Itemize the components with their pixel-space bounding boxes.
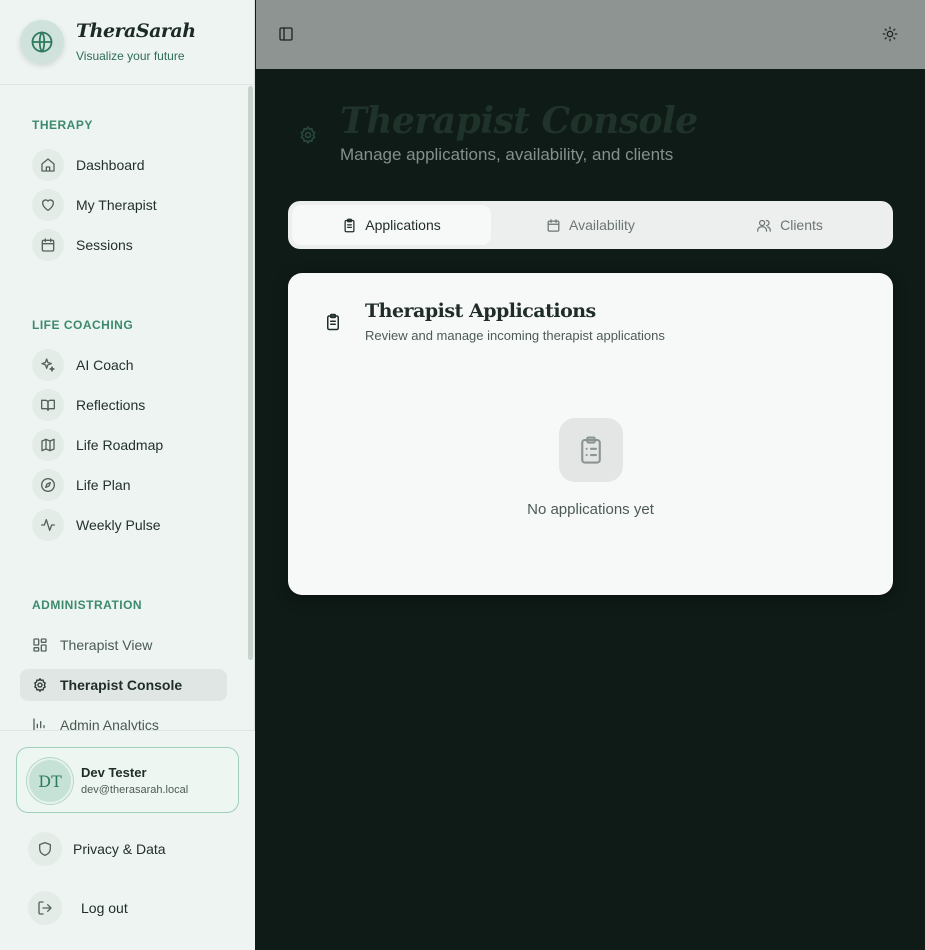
sidebar-item-label: Life Plan: [76, 477, 131, 493]
sidebar: TheraSarah Visualize your future THERAPY…: [0, 0, 255, 950]
sidebar-item-label: My Therapist: [76, 197, 157, 213]
top-bar: [256, 0, 925, 69]
section-label-administration: ADMINISTRATION: [32, 598, 143, 612]
sparkles-icon: [32, 349, 64, 381]
section-label-life-coaching: LIFE COACHING: [32, 318, 134, 332]
card-subtitle: Review and manage incoming therapist app…: [365, 328, 665, 343]
page-title: Therapist Console: [340, 100, 698, 142]
sidebar-footer: DT Dev Tester dev@therasarah.local Priva…: [0, 730, 255, 950]
avatar: DT: [27, 758, 73, 804]
calendar-icon: [546, 218, 561, 233]
privacy-data-label: Privacy & Data: [73, 841, 166, 857]
user-profile-card[interactable]: DT Dev Tester dev@therasarah.local: [16, 747, 239, 813]
user-name: Dev Tester: [81, 765, 147, 780]
logout-button[interactable]: Log out: [28, 891, 128, 925]
clipboard-list-icon: [342, 218, 357, 233]
sidebar-item-life-plan[interactable]: Life Plan: [20, 469, 227, 501]
home-icon: [32, 149, 64, 181]
logout-label: Log out: [81, 900, 128, 916]
layout-grid-icon: [30, 629, 50, 661]
sidebar-item-therapist-console[interactable]: Therapist Console: [20, 669, 227, 701]
clipboard-list-icon: [559, 418, 623, 482]
tab-clients[interactable]: Clients: [690, 205, 889, 245]
card-title: Therapist Applications: [365, 300, 596, 322]
map-icon: [32, 429, 64, 461]
sidebar-item-label: Reflections: [76, 397, 146, 413]
sidebar-item-admin-analytics[interactable]: Admin Analytics: [20, 709, 227, 730]
bar-chart-icon: [30, 709, 50, 730]
sidebar-item-label: Therapist Console: [60, 677, 183, 693]
shield-icon: [28, 832, 62, 866]
panel-left-icon[interactable]: [276, 24, 296, 44]
book-open-icon: [32, 389, 64, 421]
brand-header[interactable]: TheraSarah Visualize your future: [0, 0, 255, 85]
console-tabs: Applications Availability Clients: [288, 201, 893, 249]
sidebar-item-sessions[interactable]: Sessions: [20, 229, 227, 261]
activity-icon: [32, 509, 64, 541]
sidebar-item-ai-coach[interactable]: AI Coach: [20, 349, 227, 381]
sidebar-item-life-roadmap[interactable]: Life Roadmap: [20, 429, 227, 461]
sidebar-item-label: AI Coach: [76, 357, 134, 373]
sidebar-item-therapist-view[interactable]: Therapist View: [20, 629, 227, 661]
sidebar-item-weekly-pulse[interactable]: Weekly Pulse: [20, 509, 227, 541]
sidebar-item-label: Therapist View: [60, 637, 153, 653]
compass-icon: [32, 469, 64, 501]
applications-card: Therapist Applications Review and manage…: [288, 273, 893, 595]
tab-applications[interactable]: Applications: [292, 205, 491, 245]
tab-label: Availability: [569, 217, 635, 233]
sidebar-nav[interactable]: THERAPY Dashboard My Therapist Sessions …: [0, 86, 255, 730]
empty-state-text: No applications yet: [527, 501, 654, 518]
sidebar-item-label: Life Roadmap: [76, 437, 164, 453]
users-icon: [756, 218, 772, 233]
clipboard-list-icon: [322, 311, 344, 333]
sidebar-item-label: Sessions: [76, 237, 133, 253]
sidebar-item-dashboard[interactable]: Dashboard: [20, 149, 227, 181]
section-label-therapy: THERAPY: [32, 118, 93, 132]
sidebar-item-my-therapist[interactable]: My Therapist: [20, 189, 227, 221]
gear-icon: [30, 669, 50, 701]
page-subtitle: Manage applications, availability, and c…: [340, 145, 674, 164]
globe-icon: [20, 20, 64, 64]
heart-icon: [32, 189, 64, 221]
sidebar-item-label: Weekly Pulse: [76, 517, 161, 533]
user-email: dev@therasarah.local: [81, 784, 189, 796]
sidebar-scrollbar[interactable]: [248, 86, 253, 660]
tab-label: Applications: [365, 217, 441, 233]
tab-availability[interactable]: Availability: [491, 205, 690, 245]
calendar-icon: [32, 229, 64, 261]
sun-icon[interactable]: [880, 24, 900, 44]
gear-icon: [298, 125, 318, 145]
sidebar-item-label: Dashboard: [76, 157, 145, 173]
tab-label: Clients: [780, 217, 823, 233]
privacy-data-button[interactable]: Privacy & Data: [28, 832, 166, 866]
sidebar-item-reflections[interactable]: Reflections: [20, 389, 227, 421]
brand-tagline: Visualize your future: [76, 49, 185, 63]
brand-name: TheraSarah: [76, 20, 196, 42]
logout-icon: [28, 891, 62, 925]
sidebar-item-label: Admin Analytics: [60, 717, 159, 730]
